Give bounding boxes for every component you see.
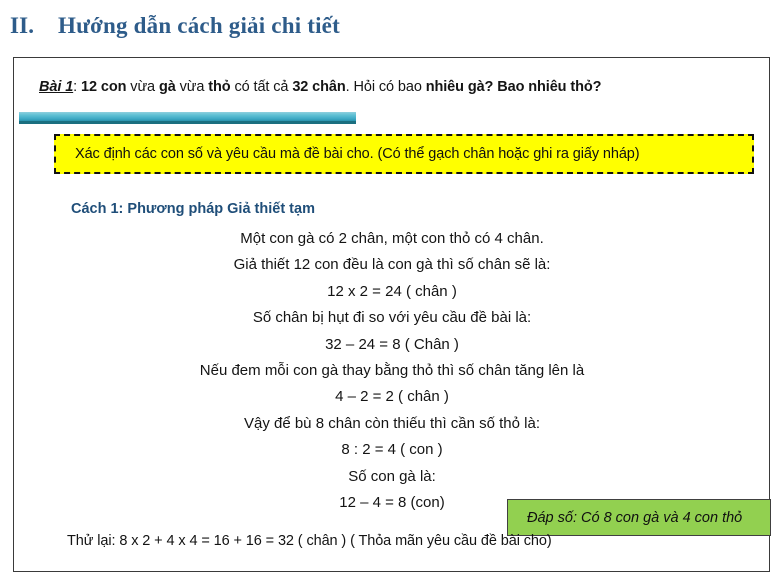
method-heading: Cách 1: Phương pháp Giả thiết tạm	[71, 201, 315, 217]
solution-line: 8 : 2 = 4 ( con )	[341, 441, 443, 459]
problem-seg-6: thỏ	[208, 79, 231, 95]
problem-seg-5: vừa	[175, 79, 209, 95]
problem-label: Bài 1	[39, 79, 74, 95]
solution-line: Giả thiết 12 con đều là con gà thì số ch…	[233, 256, 551, 274]
verification-line: Thử lại: 8 x 2 + 4 x 4 = 16 + 16 = 32 ( …	[67, 533, 552, 549]
answer-box: Đáp số: Có 8 con gà và 4 con thỏ	[507, 499, 771, 536]
problem-statement: Bài 1: 12 con vừa gà vừa thỏ có tất cả 3…	[39, 79, 601, 95]
blue-divider-bar	[19, 112, 356, 124]
solution-line: 4 – 2 = 2 ( chân )	[335, 388, 449, 406]
solution-line: 32 – 24 = 8 ( Chân )	[325, 335, 459, 353]
problem-seg-8: 32 chân	[292, 79, 346, 95]
content-frame: Bài 1: 12 con vừa gà vừa thỏ có tất cả 3…	[13, 57, 771, 572]
problem-seg-4: gà	[158, 79, 176, 95]
problem-seg-10: nhiêu gà? Bao nhiêu thỏ?	[425, 79, 602, 95]
highlight-callout-text: Xác định các con số và yêu cầu mà đề bài…	[75, 146, 640, 162]
solution-line: Vậy để bù 8 chân còn thiếu thì cần số th…	[243, 414, 541, 432]
problem-seg-2: 12 con	[81, 79, 127, 95]
solution-line: 12 x 2 = 24 ( chân )	[327, 282, 457, 300]
highlight-callout-box: Xác định các con số và yêu cầu mà đề bài…	[54, 134, 754, 174]
solution-line: Số con gà là:	[348, 467, 436, 485]
solution-line: Một con gà có 2 chân, một con thỏ có 4 c…	[240, 230, 544, 247]
section-numeral: II.	[10, 13, 35, 38]
solution-body: Một con gà có 2 chân, một con thỏ có 4 c…	[42, 226, 742, 516]
solution-line: Nếu đem mỗi con gà thay bằng thỏ thì số …	[199, 362, 585, 380]
page-title: II. Hướng dẫn cách giải chi tiết	[0, 5, 783, 47]
answer-text: Đáp số: Có 8 con gà và 4 con thỏ	[527, 509, 743, 526]
section-title-text: Hướng dẫn cách giải chi tiết	[58, 13, 340, 38]
solution-line: Số chân bị hụt đi so với yêu cầu đề bài …	[252, 309, 532, 327]
problem-seg-3: vừa	[126, 79, 159, 95]
problem-seg-7: có tất cả	[230, 79, 293, 95]
problem-seg-1: :	[73, 79, 82, 95]
problem-seg-9: . Hỏi có bao	[345, 79, 426, 95]
